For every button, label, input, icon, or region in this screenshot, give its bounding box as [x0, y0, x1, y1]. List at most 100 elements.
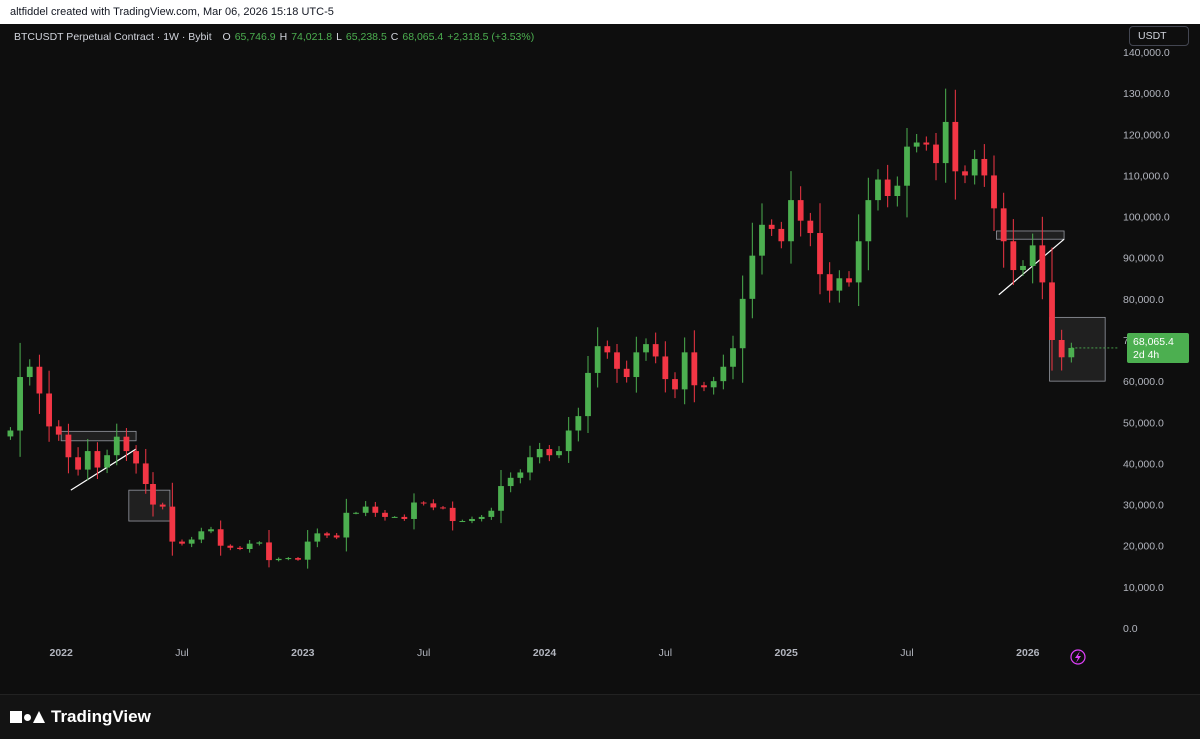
candle[interactable]: [1000, 192, 1007, 268]
candle[interactable]: [585, 356, 591, 434]
candle[interactable]: [498, 470, 504, 524]
candle[interactable]: [478, 514, 485, 522]
candle[interactable]: [133, 445, 139, 474]
candle[interactable]: [826, 262, 833, 303]
candle[interactable]: [17, 342, 23, 457]
candle[interactable]: [275, 557, 282, 562]
candle[interactable]: [817, 203, 823, 295]
candle[interactable]: [623, 360, 630, 383]
candle[interactable]: [1029, 233, 1036, 284]
chart-area[interactable]: 0.0 10,000.0 20,000.0 30,000.0 40,000.0 50,00…: [0, 24, 1200, 694]
symbol-title[interactable]: BTCUSDT Perpetual Contract · 1W · Bybit: [14, 31, 212, 43]
candle[interactable]: [894, 176, 901, 207]
candle[interactable]: [507, 472, 514, 493]
candle[interactable]: [710, 376, 717, 395]
candle[interactable]: [633, 336, 640, 393]
candle[interactable]: [420, 501, 427, 506]
currency-button[interactable]: USDT: [1129, 26, 1189, 46]
candle[interactable]: [981, 144, 988, 187]
candle[interactable]: [333, 533, 340, 540]
candle[interactable]: [362, 501, 369, 517]
lightning-alert-icon[interactable]: [1070, 649, 1086, 665]
candle[interactable]: [797, 186, 804, 237]
candle[interactable]: [739, 275, 746, 383]
candle[interactable]: [971, 149, 978, 185]
candle[interactable]: [36, 354, 43, 414]
candle[interactable]: [295, 557, 301, 561]
candle[interactable]: [952, 89, 959, 200]
candle[interactable]: [942, 88, 949, 183]
candle[interactable]: [643, 338, 649, 361]
candle[interactable]: [1020, 260, 1026, 276]
candle[interactable]: [749, 222, 756, 319]
breakdown-zone-2026[interactable]: [1049, 316, 1106, 382]
candle[interactable]: [104, 449, 110, 474]
candle[interactable]: [440, 505, 446, 510]
candle[interactable]: [459, 519, 466, 523]
candle[interactable]: [430, 499, 437, 511]
candle[interactable]: [113, 423, 120, 466]
candle[interactable]: [875, 169, 881, 211]
candle[interactable]: [575, 407, 582, 442]
candle[interactable]: [94, 442, 101, 480]
candle[interactable]: [720, 354, 727, 390]
candle[interactable]: [691, 330, 698, 403]
candle[interactable]: [343, 498, 350, 552]
price-chart[interactable]: 0.0 10,000.0 20,000.0 30,000.0 40,000.0 50,00…: [0, 24, 1200, 694]
candle[interactable]: [188, 536, 195, 548]
candle[interactable]: [382, 509, 388, 521]
candle[interactable]: [227, 544, 234, 551]
candle[interactable]: [46, 370, 52, 442]
candle[interactable]: [469, 516, 475, 524]
candle[interactable]: [256, 541, 263, 546]
candle[interactable]: [266, 530, 272, 568]
candle[interactable]: [730, 335, 736, 380]
candle[interactable]: [546, 445, 553, 462]
candle[interactable]: [217, 520, 224, 556]
candle[interactable]: [26, 359, 33, 386]
candle[interactable]: [846, 271, 852, 287]
candle[interactable]: [604, 340, 611, 359]
candle[interactable]: [884, 164, 891, 208]
candle[interactable]: [7, 427, 14, 440]
candle[interactable]: [778, 221, 785, 249]
candle[interactable]: [904, 127, 910, 218]
tradingview-logo[interactable]: TradingView: [10, 707, 151, 727]
candle[interactable]: [681, 337, 688, 405]
candle[interactable]: [208, 526, 214, 534]
candle[interactable]: [285, 557, 292, 561]
candle[interactable]: [304, 530, 311, 569]
candle[interactable]: [198, 527, 205, 544]
candle[interactable]: [527, 445, 533, 481]
candle[interactable]: [701, 381, 707, 392]
candle[interactable]: [372, 501, 379, 517]
candle[interactable]: [662, 341, 669, 393]
candle[interactable]: [324, 531, 330, 538]
candle[interactable]: [391, 516, 398, 518]
candle[interactable]: [923, 136, 930, 151]
candle[interactable]: [913, 133, 920, 153]
candle[interactable]: [962, 165, 968, 184]
candle[interactable]: [84, 438, 91, 481]
candle[interactable]: [1010, 219, 1017, 286]
candle[interactable]: [142, 448, 149, 494]
candle[interactable]: [788, 171, 794, 264]
candle[interactable]: [449, 501, 456, 531]
candle[interactable]: [807, 212, 814, 247]
candle[interactable]: [672, 372, 678, 399]
candle[interactable]: [933, 132, 939, 181]
candle[interactable]: [314, 528, 321, 548]
candle[interactable]: [179, 539, 185, 546]
candle[interactable]: [991, 155, 997, 232]
candle[interactable]: [614, 344, 620, 383]
candle[interactable]: [556, 446, 562, 459]
candle[interactable]: [536, 442, 543, 464]
candle[interactable]: [401, 514, 408, 521]
candle[interactable]: [517, 469, 524, 484]
candle[interactable]: [652, 332, 659, 364]
candle[interactable]: [865, 177, 872, 271]
candle[interactable]: [768, 219, 775, 236]
candle[interactable]: [353, 511, 359, 515]
candle[interactable]: [565, 417, 572, 463]
candle[interactable]: [246, 540, 253, 553]
